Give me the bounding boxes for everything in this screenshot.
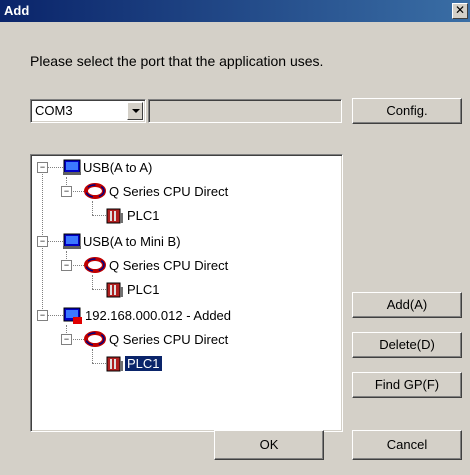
usb-port-icon bbox=[63, 233, 81, 249]
connection-loop-icon bbox=[84, 331, 106, 347]
port-tree[interactable]: − USB(A to A) − Q Series CPU Direct PLC1… bbox=[30, 154, 343, 432]
tree-node-q-series-cpu-direct[interactable]: − Q Series CPU Direct bbox=[61, 256, 281, 276]
tree-node-label: Q Series CPU Direct bbox=[109, 258, 229, 273]
port-select-value: COM3 bbox=[35, 103, 73, 118]
window-title: Add bbox=[4, 3, 30, 18]
tree-node-plc1[interactable]: PLC1 bbox=[105, 206, 185, 226]
add-button[interactable]: Add(A) bbox=[352, 292, 462, 318]
tree-node-ip-added[interactable]: − 192.168.000.012 - Added bbox=[37, 306, 277, 326]
collapse-icon[interactable]: − bbox=[37, 236, 48, 247]
tree-node-label: USB(A to A) bbox=[83, 160, 153, 175]
instruction-text: Please select the port that the applicat… bbox=[30, 53, 324, 69]
chevron-down-icon[interactable] bbox=[127, 102, 143, 120]
tree-node-label: Q Series CPU Direct bbox=[109, 332, 229, 347]
tree-connector bbox=[92, 201, 93, 215]
connection-loop-icon bbox=[84, 257, 106, 273]
network-added-icon bbox=[63, 307, 82, 324]
title-bar: Add ✕ bbox=[0, 0, 470, 22]
plc-icon bbox=[106, 208, 123, 224]
tree-connector bbox=[92, 215, 106, 216]
tree-node-q-series-cpu-direct[interactable]: − Q Series CPU Direct bbox=[61, 182, 281, 202]
tree-node-label: PLC1 bbox=[127, 282, 160, 297]
tree-node-usb-a-to-a[interactable]: − USB(A to A) bbox=[37, 158, 237, 178]
plc-icon bbox=[106, 282, 123, 298]
tree-node-plc1[interactable]: PLC1 bbox=[105, 280, 185, 300]
tree-connector bbox=[92, 275, 93, 289]
port-details-field bbox=[148, 99, 342, 123]
tree-node-label: PLC1 bbox=[125, 356, 162, 371]
plc-icon bbox=[106, 356, 123, 372]
collapse-icon[interactable]: − bbox=[37, 310, 48, 321]
cancel-button[interactable]: Cancel bbox=[352, 430, 462, 460]
tree-connector bbox=[92, 363, 106, 364]
collapse-icon[interactable]: − bbox=[37, 162, 48, 173]
collapse-icon[interactable]: − bbox=[61, 186, 72, 197]
config-button[interactable]: Config. bbox=[352, 98, 462, 124]
tree-node-label: USB(A to Mini B) bbox=[83, 234, 181, 249]
collapse-icon[interactable]: − bbox=[61, 260, 72, 271]
usb-port-icon bbox=[63, 159, 81, 175]
connection-loop-icon bbox=[84, 183, 106, 199]
ok-button[interactable]: OK bbox=[214, 430, 324, 460]
find-gp-button[interactable]: Find GP(F) bbox=[352, 372, 462, 398]
tree-node-q-series-cpu-direct[interactable]: − Q Series CPU Direct bbox=[61, 330, 281, 350]
tree-connector bbox=[92, 349, 93, 363]
port-select[interactable]: COM3 bbox=[30, 99, 146, 123]
dialog-body: Please select the port that the applicat… bbox=[0, 22, 470, 475]
delete-button[interactable]: Delete(D) bbox=[352, 332, 462, 358]
tree-node-label: PLC1 bbox=[127, 208, 160, 223]
close-button[interactable]: ✕ bbox=[452, 3, 468, 19]
tree-node-plc1-selected[interactable]: PLC1 bbox=[105, 354, 185, 374]
tree-node-label: 192.168.000.012 - Added bbox=[85, 308, 232, 323]
collapse-icon[interactable]: − bbox=[61, 334, 72, 345]
tree-node-usb-a-to-mini-b[interactable]: − USB(A to Mini B) bbox=[37, 232, 257, 252]
tree-node-label: Q Series CPU Direct bbox=[109, 184, 229, 199]
tree-connector bbox=[92, 289, 106, 290]
